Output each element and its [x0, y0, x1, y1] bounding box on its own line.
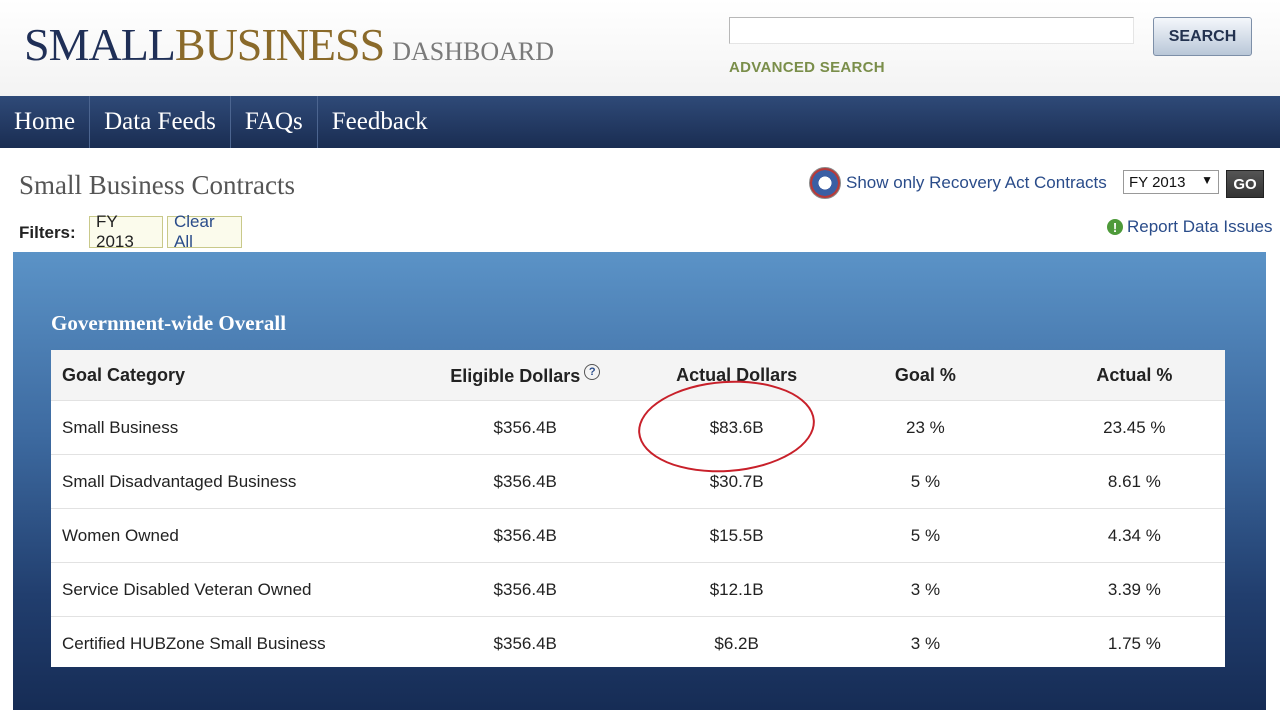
filter-chip-fy[interactable]: FY 2013: [89, 212, 163, 251]
eligible-dollars-cell: $356.4B: [384, 454, 667, 509]
actual-percent-cell: 3.39 %: [1043, 562, 1225, 617]
column-header-actual-dollars: Actual Dollars: [666, 350, 808, 401]
recovery-act-label: Show only Recovery Act Contracts: [846, 173, 1107, 192]
fiscal-year-select[interactable]: FY 2013 ▼: [1123, 170, 1219, 194]
goal-percent-cell: 3 %: [807, 616, 1044, 670]
table-row[interactable]: Small Disadvantaged Business $356.4B $30…: [51, 454, 1225, 509]
goal-category-cell: Service Disabled Veteran Owned: [51, 562, 385, 617]
site-header: SMALLBUSINESS DASHBOARD SEARCH ADVANCED S…: [0, 0, 1280, 96]
goal-percent-cell: 23 %: [807, 400, 1044, 455]
main-nav: Home Data Feeds FAQs Feedback: [0, 96, 1280, 148]
logo-small-text: SMALL: [24, 19, 176, 70]
actual-dollars-cell: $6.2B: [666, 616, 808, 670]
goal-percent-cell: 5 %: [807, 454, 1044, 509]
recovery-act-link[interactable]: Show only Recovery Act Contracts: [809, 167, 1107, 199]
clear-all-filters[interactable]: Clear All: [167, 212, 242, 251]
actual-percent-cell: 4.34 %: [1043, 508, 1225, 563]
logo-dashboard-text: DASHBOARD: [392, 37, 555, 66]
eligible-dollars-label: Eligible Dollars: [450, 365, 581, 386]
actual-dollars-cell: $83.6B: [666, 400, 808, 455]
nav-item-faqs[interactable]: FAQs: [231, 96, 318, 148]
eligible-dollars-cell: $356.4B: [384, 562, 667, 617]
table-header-row: Goal Category Eligible Dollars? Actual D…: [51, 350, 1225, 401]
goal-percent-cell: 5 %: [807, 508, 1044, 563]
table-row[interactable]: Service Disabled Veteran Owned $356.4B $…: [51, 562, 1225, 617]
goals-table-container: Goal Category Eligible Dollars? Actual D…: [51, 350, 1225, 670]
search-input[interactable]: [729, 17, 1134, 44]
site-logo[interactable]: SMALLBUSINESS DASHBOARD: [24, 18, 554, 71]
logo-business-text: BUSINESS: [174, 19, 385, 70]
eligible-dollars-cell: $356.4B: [384, 400, 667, 455]
table-row[interactable]: Certified HUBZone Small Business $356.4B…: [51, 616, 1225, 670]
goal-category-cell: Women Owned: [51, 508, 385, 563]
eligible-dollars-cell: $356.4B: [384, 616, 667, 670]
table-row[interactable]: Small Business $356.4B $83.6B 23 % 23.45…: [51, 400, 1225, 455]
goals-table: Goal Category Eligible Dollars? Actual D…: [51, 350, 1225, 670]
search-button[interactable]: SEARCH: [1153, 17, 1252, 56]
nav-item-home[interactable]: Home: [0, 96, 91, 148]
column-header-actual-percent: Actual %: [1043, 350, 1225, 401]
actual-percent-cell: 1.75 %: [1043, 616, 1225, 670]
recovery-seal-icon: [809, 167, 841, 199]
table-row[interactable]: Women Owned $356.4B $15.5B 5 % 4.34 %: [51, 508, 1225, 563]
nav-item-feedback[interactable]: Feedback: [318, 96, 442, 148]
advanced-search-link[interactable]: ADVANCED SEARCH: [729, 59, 885, 76]
goal-category-cell: Small Business: [51, 400, 385, 455]
report-data-issues-label: Report Data Issues: [1127, 217, 1273, 236]
help-icon[interactable]: ?: [584, 363, 601, 380]
dropdown-arrow-icon: ▼: [1201, 173, 1213, 187]
actual-percent-cell: 23.45 %: [1043, 400, 1225, 455]
column-header-goal-percent: Goal %: [807, 350, 1044, 401]
alert-icon: !: [1107, 219, 1123, 235]
column-header-eligible-dollars: Eligible Dollars?: [384, 350, 667, 401]
actual-percent-cell: 8.61 %: [1043, 454, 1225, 509]
actual-dollars-cell: $30.7B: [666, 454, 808, 509]
actual-dollars-cell: $12.1B: [666, 562, 808, 617]
nav-item-data-feeds[interactable]: Data Feeds: [90, 96, 231, 148]
panel-title: Government-wide Overall: [51, 311, 287, 335]
eligible-dollars-cell: $356.4B: [384, 508, 667, 563]
go-button[interactable]: GO: [1226, 170, 1264, 198]
goal-category-cell: Small Disadvantaged Business: [51, 454, 385, 509]
fiscal-year-value: FY 2013: [1129, 173, 1186, 191]
goal-percent-cell: 3 %: [807, 562, 1044, 617]
page-title: Small Business Contracts: [19, 170, 295, 200]
actual-dollars-cell: $15.5B: [666, 508, 808, 563]
goal-category-cell: Certified HUBZone Small Business: [51, 616, 385, 670]
report-data-issues-link[interactable]: ! Report Data Issues: [1107, 217, 1273, 237]
column-header-goal-category: Goal Category: [51, 350, 385, 401]
filters-label: Filters:: [19, 223, 76, 242]
